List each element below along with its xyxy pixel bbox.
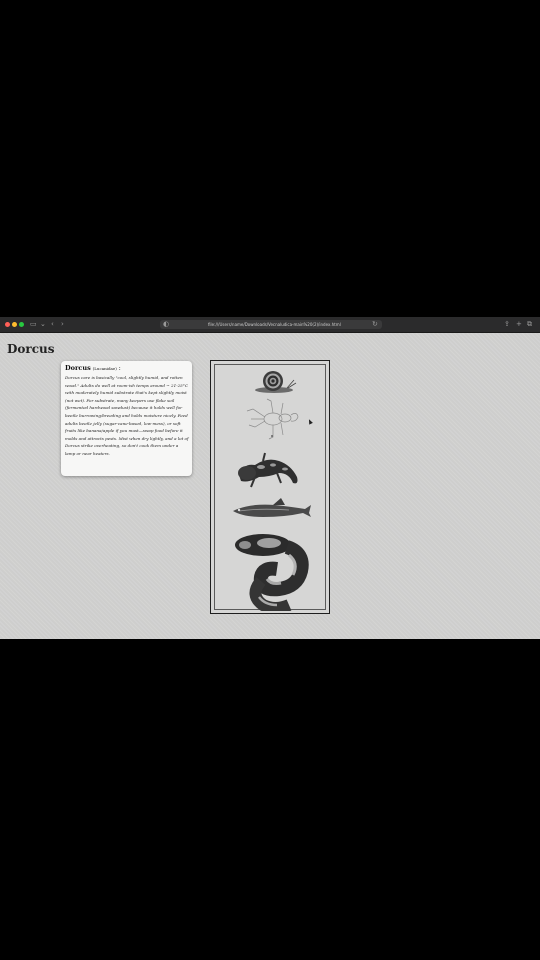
snake-illustration[interactable] bbox=[229, 531, 317, 611]
salamander-illustration[interactable] bbox=[233, 447, 307, 491]
reload-icon[interactable]: ↻ bbox=[372, 320, 378, 329]
fish-illustration[interactable] bbox=[229, 495, 313, 521]
close-window-button[interactable] bbox=[5, 322, 10, 327]
card-separator: : bbox=[118, 365, 121, 372]
share-icon[interactable]: ⇪ bbox=[504, 320, 510, 329]
sidebar-icon[interactable]: ▭ bbox=[30, 320, 37, 329]
page-content: Dorcus Dorcus (Lucanidae) : Dorcus care … bbox=[0, 333, 540, 639]
card-scientific-name: (Lucanidae) bbox=[92, 366, 117, 371]
chevron-down-icon[interactable]: ⌄ bbox=[40, 320, 46, 329]
back-icon[interactable]: ‹ bbox=[51, 320, 54, 329]
card-heading: Dorcus (Lucanidae) : bbox=[65, 364, 121, 372]
browser-window: ▭ ⌄ ‹ › ◐ file:///Users/name/Downloads/V… bbox=[0, 317, 540, 639]
browser-toolbar: ▭ ⌄ ‹ › ◐ file:///Users/name/Downloads/V… bbox=[0, 317, 540, 333]
shield-icon: ◐ bbox=[163, 320, 170, 328]
snail-illustration[interactable] bbox=[251, 368, 297, 394]
specimen-strip[interactable] bbox=[210, 360, 330, 614]
card-description: Dorcus care is basically "cool, slightly… bbox=[65, 375, 189, 456]
url-text[interactable]: file:///Users/name/Downloads/Vecnaludica… bbox=[208, 320, 341, 329]
zoom-window-button[interactable] bbox=[19, 322, 24, 327]
card-species-name: Dorcus bbox=[65, 364, 91, 372]
address-bar[interactable]: ◐ file:///Users/name/Downloads/Vecnaludi… bbox=[160, 320, 382, 329]
beetle-sketch-illustration[interactable] bbox=[243, 397, 301, 441]
page-title: Dorcus bbox=[7, 342, 55, 356]
info-card: Dorcus (Lucanidae) : Dorcus care is basi… bbox=[61, 361, 192, 476]
new-tab-icon[interactable]: + bbox=[516, 320, 522, 329]
tabs-overview-icon[interactable]: ⧉ bbox=[527, 320, 532, 329]
minimize-window-button[interactable] bbox=[12, 322, 17, 327]
forward-icon[interactable]: › bbox=[61, 320, 64, 329]
